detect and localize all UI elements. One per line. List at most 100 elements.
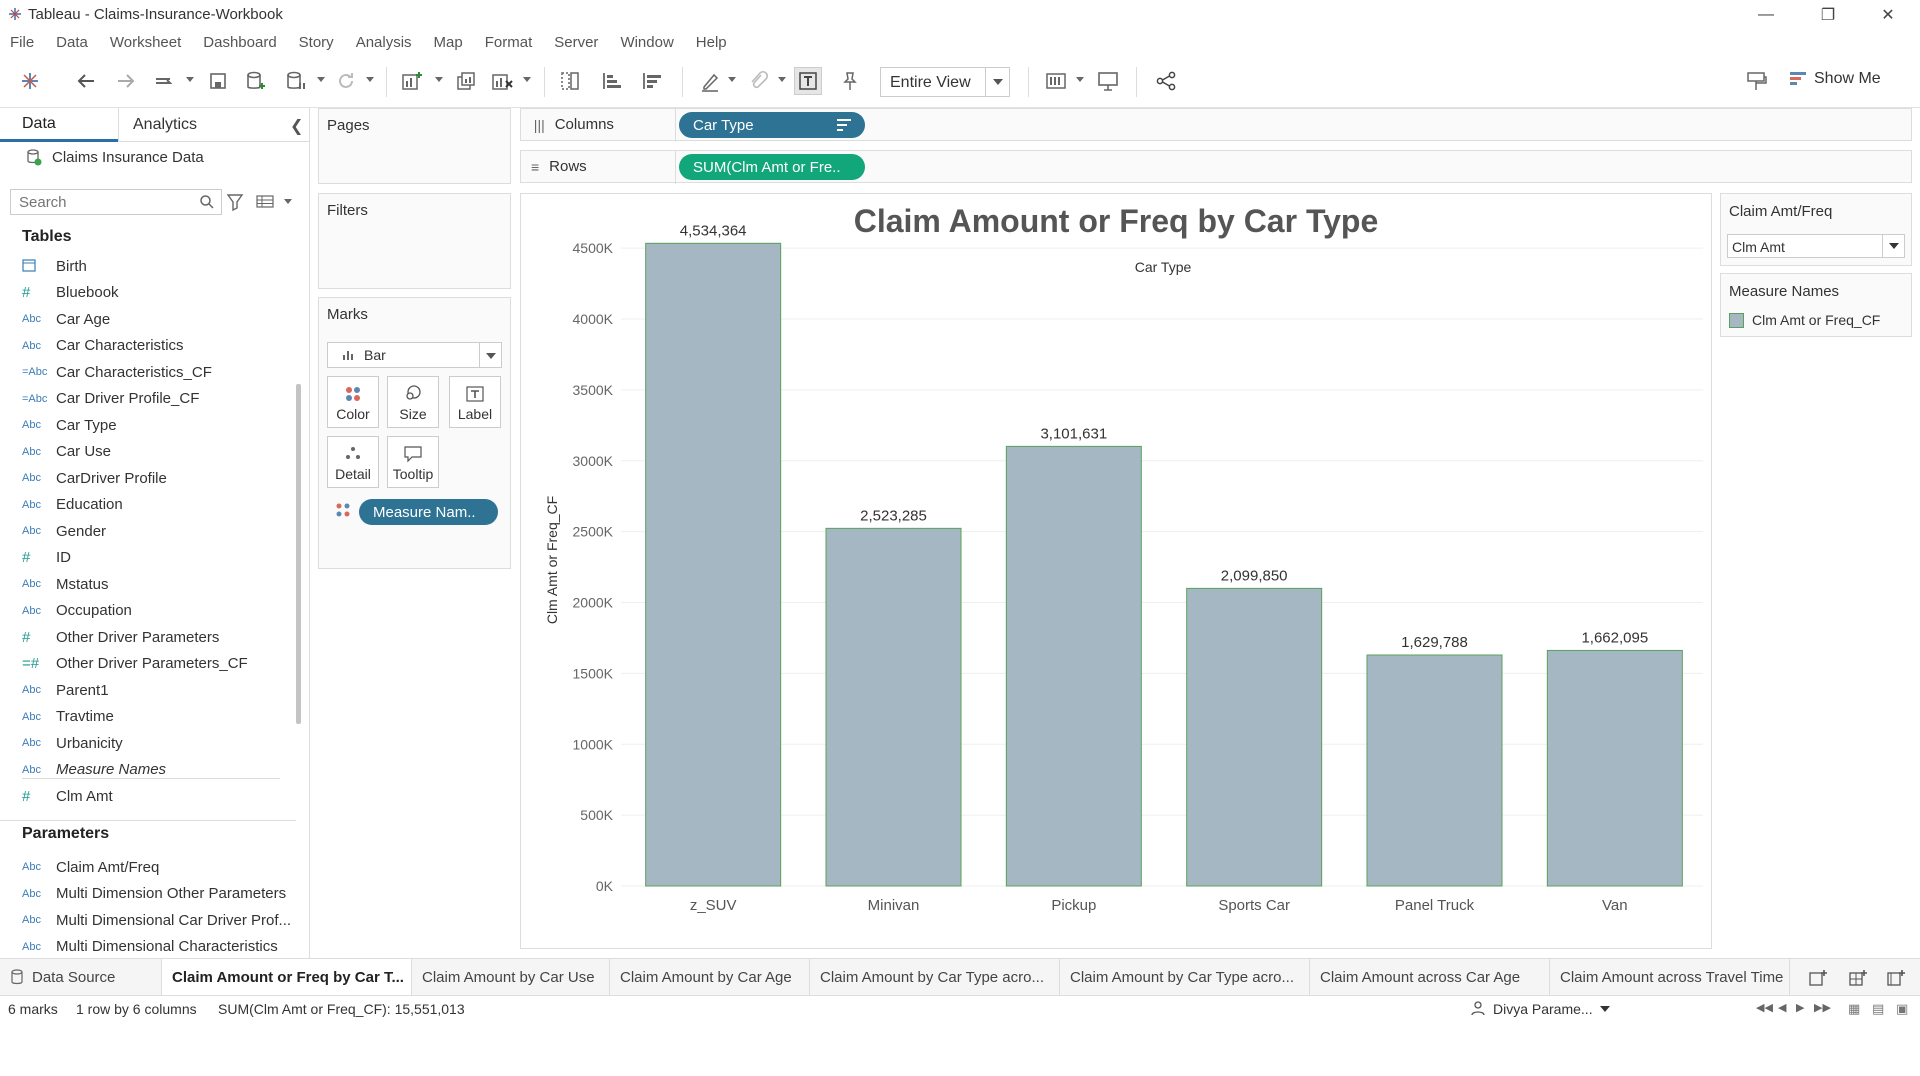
new-dashboard-icon[interactable]	[1848, 968, 1868, 988]
field-item[interactable]: # ID	[22, 545, 71, 571]
columns-shelf[interactable]: ||| Columns Car Type	[520, 108, 1912, 142]
tab-data-source[interactable]: Data Source	[0, 959, 162, 995]
field-item[interactable]: Abc Car Age	[22, 306, 110, 332]
field-item[interactable]: =# Other Driver Parameters_CF	[22, 651, 248, 677]
last-sheet-icon[interactable]: ▶▶	[1814, 1001, 1831, 1014]
sheet-tab-3[interactable]: Claim Amount by Car Age	[610, 959, 810, 995]
field-item[interactable]: Abc Car Type	[22, 412, 117, 438]
scrollbar[interactable]	[296, 276, 302, 1076]
status-user[interactable]: Divya Parame...	[1493, 1001, 1593, 1017]
sheet-tab-7[interactable]: Claim Amount across Travel Time	[1550, 959, 1790, 995]
sheet-tab-1[interactable]: Claim Amount or Freq by Car T...	[162, 959, 412, 995]
chevron-down-icon[interactable]	[479, 343, 501, 367]
first-sheet-icon[interactable]: ◀◀	[1756, 1001, 1773, 1014]
user-dropdown-icon[interactable]	[1600, 1006, 1610, 1012]
duplicate-sheet-icon[interactable]	[452, 67, 480, 95]
filters-card[interactable]: Filters	[318, 193, 511, 289]
tooltip-button[interactable]: Tooltip	[387, 436, 439, 488]
legend-item[interactable]: Clm Amt or Freq_CF	[1729, 312, 1880, 328]
menu-story[interactable]: Story	[299, 34, 334, 51]
label-button[interactable]: Label	[449, 376, 501, 428]
filmstrip-view-icon[interactable]: ▤	[1872, 1001, 1884, 1017]
car-type-pill[interactable]: Car Type	[679, 112, 865, 138]
redo-icon[interactable]	[112, 67, 140, 95]
undo-icon[interactable]	[72, 67, 100, 95]
parameter-item[interactable]: Abc Claim Amt/Freq	[22, 854, 159, 880]
chevron-down-icon[interactable]	[1882, 235, 1904, 257]
prev-sheet-icon[interactable]: ◀	[1778, 1001, 1786, 1014]
clear-sheet-dropdown-icon[interactable]	[523, 77, 531, 82]
view-list-icon[interactable]	[256, 194, 276, 210]
menu-dashboard[interactable]: Dashboard	[203, 34, 276, 51]
show-mark-labels-icon[interactable]	[794, 67, 822, 95]
field-item[interactable]: Abc Car Characteristics	[22, 333, 184, 359]
new-datasource-icon[interactable]	[242, 67, 270, 95]
menu-map[interactable]: Map	[434, 34, 463, 51]
pause-updates-icon[interactable]	[282, 67, 310, 95]
highlight-dropdown-icon[interactable]	[728, 77, 736, 82]
field-item[interactable]: # Bluebook	[22, 280, 119, 306]
sort-icon[interactable]	[837, 119, 851, 131]
field-item[interactable]: Abc Travtime	[22, 704, 114, 730]
menu-window[interactable]: Window	[620, 34, 673, 51]
search-input[interactable]	[11, 190, 191, 214]
share-icon[interactable]	[1152, 67, 1180, 95]
field-item[interactable]: Abc Urbanicity	[22, 730, 123, 756]
highlight-icon[interactable]	[696, 67, 724, 95]
search-icon[interactable]	[199, 194, 215, 210]
grid-view-icon[interactable]: ▦	[1848, 1001, 1860, 1017]
field-item[interactable]: Abc Mstatus	[22, 571, 109, 597]
color-button[interactable]: Color	[327, 376, 379, 428]
parameter-item[interactable]: Abc Multi Dimensional Characteristics	[22, 934, 278, 960]
field-item[interactable]: =Abc Car Characteristics_CF	[22, 359, 212, 385]
menu-analysis[interactable]: Analysis	[356, 34, 412, 51]
refresh-dropdown-icon[interactable]	[366, 77, 374, 82]
pages-card[interactable]: Pages	[318, 108, 511, 184]
tab-data[interactable]: Data	[0, 108, 118, 142]
sum-clm-amt-pill[interactable]: SUM(Clm Amt or Fre..	[679, 154, 865, 180]
sheet-tab-4[interactable]: Claim Amount by Car Type acro...	[810, 959, 1060, 995]
format-workbook-icon[interactable]	[1742, 67, 1770, 95]
new-story-icon[interactable]	[1886, 968, 1906, 988]
replay-icon[interactable]	[150, 67, 178, 95]
field-item[interactable]: # Clm Amt	[22, 783, 113, 809]
view-dropdown-icon[interactable]	[284, 199, 292, 204]
field-item[interactable]: Abc CarDriver Profile	[22, 465, 167, 491]
close-window-button[interactable]: ✕	[1860, 0, 1916, 29]
presentation-mode-icon[interactable]	[1094, 67, 1122, 95]
parameter-item[interactable]: Abc Multi Dimensional Car Driver Prof...	[22, 907, 291, 933]
field-item[interactable]: Abc Education	[22, 492, 123, 518]
field-item[interactable]: =Abc Car Driver Profile_CF	[22, 386, 199, 412]
minimize-button[interactable]: —	[1738, 0, 1794, 29]
parameter-item[interactable]: Abc Multi Dimension Other Parameters	[22, 881, 286, 907]
sheet-tab-5[interactable]: Claim Amount by Car Type acro...	[1060, 959, 1310, 995]
detail-button[interactable]: Detail	[327, 436, 379, 488]
clear-sheet-icon[interactable]	[488, 67, 516, 95]
field-item[interactable]: Birth	[22, 253, 87, 279]
field-item[interactable]: Abc Car Use	[22, 439, 111, 465]
show-cards-icon[interactable]	[1042, 67, 1070, 95]
datasource-item[interactable]: Claims Insurance Data	[26, 148, 204, 166]
new-worksheet-icon[interactable]	[1808, 968, 1828, 988]
collapse-pane-icon[interactable]: ❮	[290, 116, 303, 136]
replay-dropdown-icon[interactable]	[186, 77, 194, 82]
sort-ascending-icon[interactable]	[598, 67, 626, 95]
menu-format[interactable]: Format	[485, 34, 533, 51]
menu-help[interactable]: Help	[696, 34, 727, 51]
filter-icon[interactable]	[226, 192, 244, 212]
sheet-tab-2[interactable]: Claim Amount by Car Use	[412, 959, 610, 995]
show-cards-dropdown-icon[interactable]	[1076, 77, 1084, 82]
sort-descending-icon[interactable]	[638, 67, 666, 95]
menu-data[interactable]: Data	[56, 34, 88, 51]
menu-server[interactable]: Server	[554, 34, 598, 51]
tableau-home-icon[interactable]	[16, 67, 44, 95]
restore-button[interactable]: ❐	[1800, 0, 1856, 29]
field-item[interactable]: # Other Driver Parameters	[22, 624, 219, 650]
refresh-icon[interactable]	[332, 67, 360, 95]
save-icon[interactable]	[204, 67, 232, 95]
swap-rows-columns-icon[interactable]	[556, 67, 584, 95]
menu-file[interactable]: File	[10, 34, 34, 51]
sheet-tab-6[interactable]: Claim Amount across Car Age	[1310, 959, 1550, 995]
group-dropdown-icon[interactable]	[778, 77, 786, 82]
fix-axes-icon[interactable]	[836, 67, 864, 95]
